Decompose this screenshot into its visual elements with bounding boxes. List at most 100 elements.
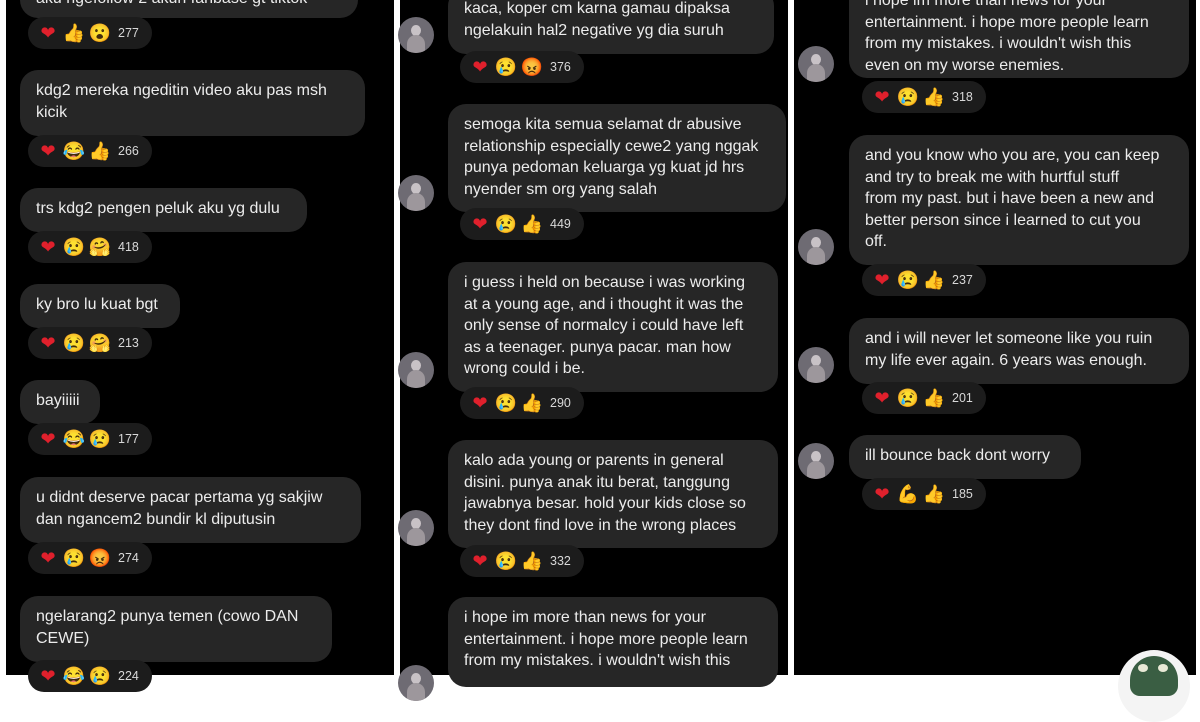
crying-face-icon: 😢: [896, 87, 920, 107]
comment-bubble[interactable]: ky bro lu kuat bgt: [20, 284, 180, 328]
reaction-bar[interactable]: ❤ 😢 😡 376: [460, 51, 584, 83]
crying-face-icon: 😢: [62, 333, 86, 353]
reaction-bar[interactable]: ❤ 😢 👍 318: [862, 81, 986, 113]
reaction-count: 185: [952, 487, 973, 501]
comment-bubble[interactable]: trs kdg2 pengen peluk aku yg dulu: [20, 188, 307, 232]
comment-bubble[interactable]: i hope im more than news for your entert…: [448, 597, 778, 687]
reaction-bar[interactable]: ❤ 😢 👍 201: [862, 382, 986, 414]
crying-face-icon: 😢: [494, 551, 518, 571]
user-avatar[interactable]: [798, 443, 834, 479]
reaction-count: 418: [118, 240, 139, 254]
thumbs-up-icon: 👍: [62, 23, 86, 43]
watermark-badge: [1118, 650, 1190, 722]
reaction-bar[interactable]: ❤ 😂 😢 224: [28, 660, 152, 692]
thumbs-up-icon: 👍: [922, 87, 946, 107]
reaction-bar[interactable]: ❤ 😂 👍 266: [28, 135, 152, 167]
heart-icon: ❤: [874, 484, 890, 504]
heart-icon: ❤: [40, 429, 56, 449]
reaction-count: 449: [550, 217, 571, 231]
laughing-face-icon: 😂: [62, 666, 86, 686]
comment-bubble[interactable]: kdg2 mereka ngeditin video aku pas msh k…: [20, 70, 365, 136]
thumbs-up-icon: 👍: [922, 484, 946, 504]
reaction-bar[interactable]: ❤ 💪 👍 185: [862, 478, 986, 510]
heart-icon: ❤: [40, 237, 56, 257]
reaction-count: 237: [952, 273, 973, 287]
reaction-bar[interactable]: ❤ 😢 🤗 418: [28, 231, 152, 263]
reaction-bar[interactable]: ❤ 😢 🤗 213: [28, 327, 152, 359]
reaction-bar[interactable]: ❤ 😢 👍 449: [460, 208, 584, 240]
reaction-bar[interactable]: ❤ 😢 👍 332: [460, 545, 584, 577]
user-avatar[interactable]: [398, 17, 434, 53]
heart-icon: ❤: [40, 23, 56, 43]
comment-bubble[interactable]: i guess i held on because i was working …: [448, 262, 778, 392]
comment-bubble[interactable]: ill bounce back dont worry: [849, 435, 1081, 479]
heart-icon: ❤: [874, 87, 890, 107]
reaction-count: 266: [118, 144, 139, 158]
heart-icon: ❤: [40, 666, 56, 686]
crying-face-icon: 😢: [494, 393, 518, 413]
user-avatar[interactable]: [398, 665, 434, 701]
reaction-count: 332: [550, 554, 571, 568]
reaction-count: 201: [952, 391, 973, 405]
reaction-count: 290: [550, 396, 571, 410]
heart-icon: ❤: [472, 57, 488, 77]
thumbs-up-icon: 👍: [922, 388, 946, 408]
heart-icon: ❤: [40, 141, 56, 161]
heart-icon: ❤: [40, 548, 56, 568]
reaction-count: 224: [118, 669, 139, 683]
flexed-biceps-icon: 💪: [896, 484, 920, 504]
hugging-face-icon: 🤗: [88, 333, 112, 353]
heart-icon: ❤: [472, 393, 488, 413]
heart-icon: ❤: [874, 270, 890, 290]
crying-face-icon: 😢: [494, 57, 518, 77]
surprised-face-icon: 😮: [88, 23, 112, 43]
comment-bubble[interactable]: kaca, koper cm karna gamau dipaksa ngela…: [448, 0, 774, 54]
reaction-bar[interactable]: ❤ 😢 👍 290: [460, 387, 584, 419]
heart-icon: ❤: [472, 214, 488, 234]
user-avatar[interactable]: [798, 46, 834, 82]
crying-face-icon: 😢: [896, 388, 920, 408]
reaction-count: 318: [952, 90, 973, 104]
thumbs-up-icon: 👍: [922, 270, 946, 290]
thumbs-up-icon: 👍: [520, 393, 544, 413]
user-avatar[interactable]: [398, 175, 434, 211]
user-avatar[interactable]: [398, 510, 434, 546]
user-avatar[interactable]: [798, 229, 834, 265]
reaction-count: 274: [118, 551, 139, 565]
heart-icon: ❤: [472, 551, 488, 571]
comment-bubble[interactable]: bayiiiii: [20, 380, 100, 424]
comment-bubble[interactable]: u didnt deserve pacar pertama yg sakjiw …: [20, 477, 361, 543]
crying-face-icon: 😢: [896, 270, 920, 290]
angry-face-icon: 😡: [88, 548, 112, 568]
comment-bubble[interactable]: semoga kita semua selamat dr abusive rel…: [448, 104, 786, 212]
reaction-count: 277: [118, 26, 139, 40]
thumbs-up-icon: 👍: [520, 551, 544, 571]
reaction-bar[interactable]: ❤ 😢 👍 237: [862, 264, 986, 296]
heart-icon: ❤: [874, 388, 890, 408]
user-avatar[interactable]: [398, 352, 434, 388]
comment-bubble[interactable]: aku ngefollow 2 akun fanbase gt tiktok: [20, 0, 358, 18]
user-avatar[interactable]: [798, 347, 834, 383]
reaction-count: 213: [118, 336, 139, 350]
reaction-bar[interactable]: ❤ 😂 😢 177: [28, 423, 152, 455]
thumbs-up-icon: 👍: [88, 141, 112, 161]
reaction-bar[interactable]: ❤ 😢 😡 274: [28, 542, 152, 574]
crying-face-icon: 😢: [494, 214, 518, 234]
reaction-bar[interactable]: ❤ 👍 😮 277: [28, 17, 152, 49]
reaction-count: 177: [118, 432, 139, 446]
heart-icon: ❤: [40, 333, 56, 353]
comment-bubble[interactable]: and i will never let someone like you ru…: [849, 318, 1189, 384]
hugging-face-icon: 🤗: [88, 237, 112, 257]
reaction-count: 376: [550, 60, 571, 74]
laughing-face-icon: 😂: [62, 141, 86, 161]
crying-face-icon: 😢: [88, 666, 112, 686]
crying-face-icon: 😢: [88, 429, 112, 449]
laughing-face-icon: 😂: [62, 429, 86, 449]
comment-bubble[interactable]: ngelarang2 punya temen (cowo DAN CEWE): [20, 596, 332, 662]
comment-bubble[interactable]: kalo ada young or parents in general dis…: [448, 440, 778, 548]
angry-face-icon: 😡: [520, 57, 544, 77]
comment-bubble[interactable]: i hope im more than news for your entert…: [849, 0, 1189, 78]
crying-face-icon: 😢: [62, 237, 86, 257]
comment-bubble[interactable]: and you know who you are, you can keep a…: [849, 135, 1189, 265]
thumbs-up-icon: 👍: [520, 214, 544, 234]
